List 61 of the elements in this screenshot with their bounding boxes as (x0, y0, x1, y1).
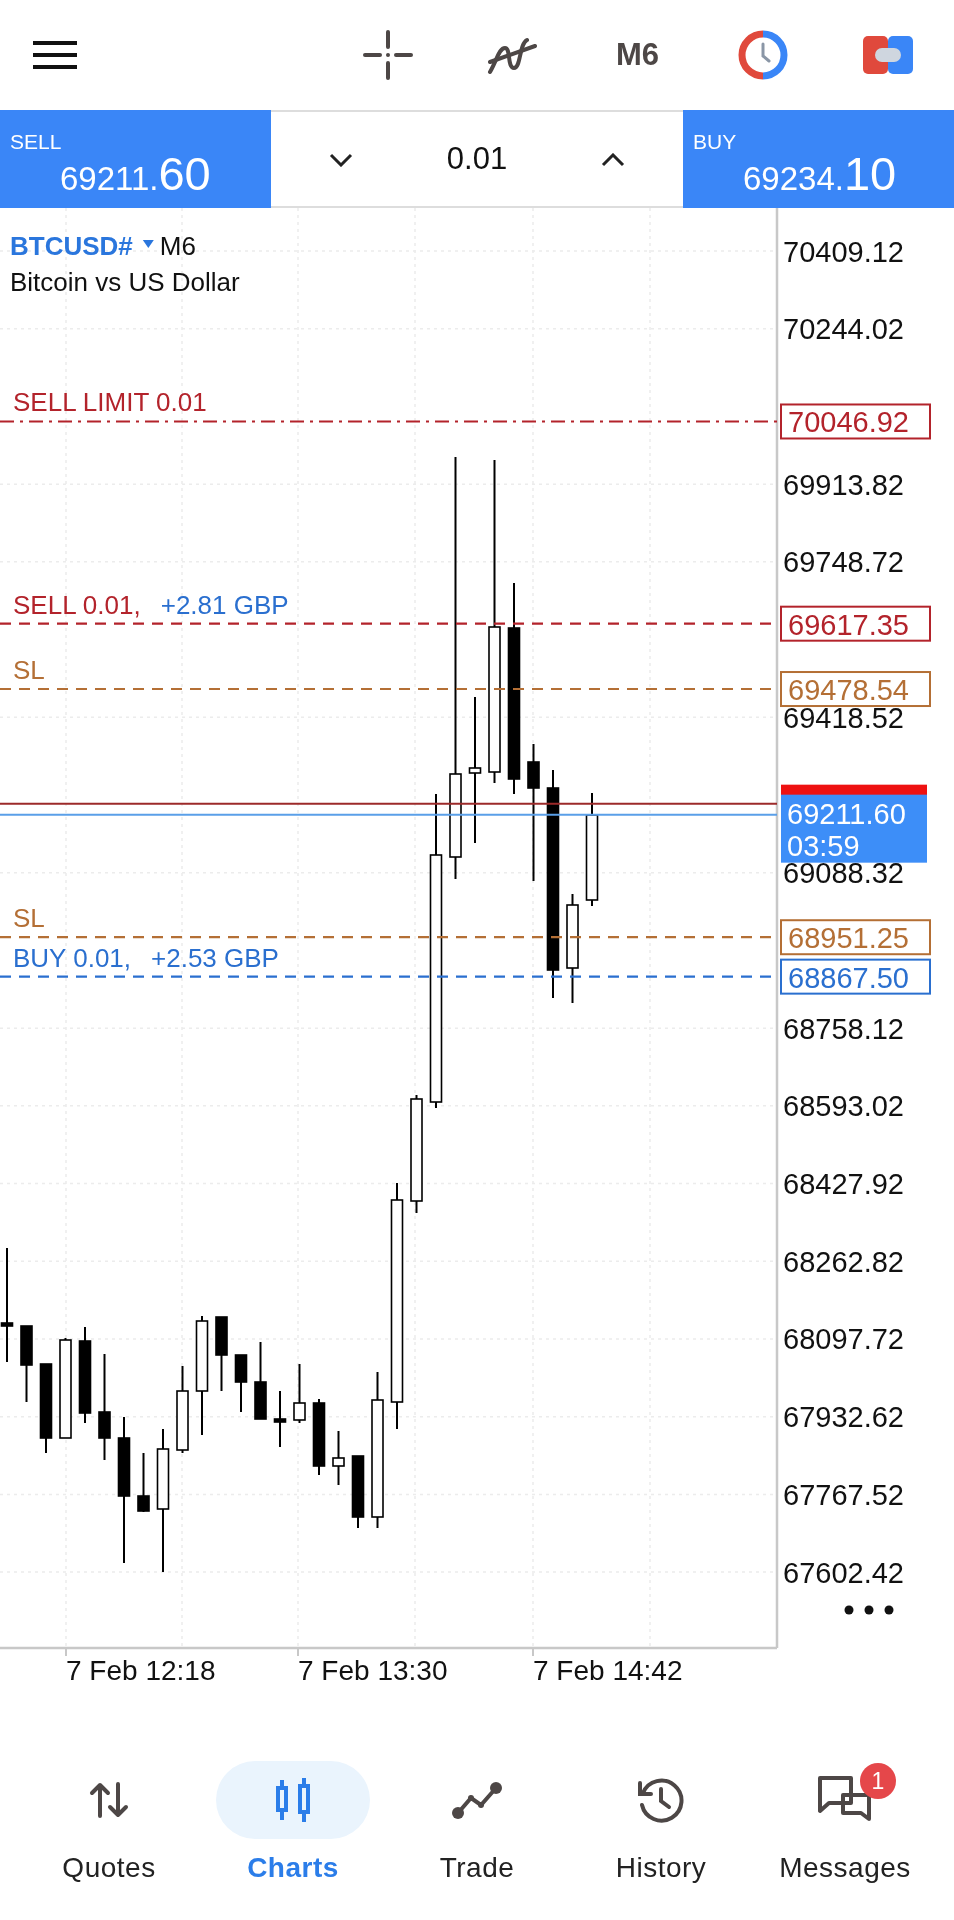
order-side-label: SELL (10, 131, 63, 152)
nav-tab[interactable]: 1 Messages (753, 1700, 937, 1920)
nav-tab[interactable]: History (569, 1700, 753, 1920)
chevron-down-icon (329, 152, 353, 167)
more-icon[interactable] (844, 1605, 894, 1615)
order-side-label: BUY (693, 131, 738, 152)
price-tag: 68951.25 (780, 919, 931, 956)
candlestick (273, 1390, 287, 1448)
sell-button[interactable]: SELL 69211.60 (0, 110, 271, 208)
price-label: 67767.52 (783, 1478, 904, 1511)
order-label: SELL 0.01, (13, 589, 141, 620)
up-down-arrows-icon (89, 1781, 129, 1818)
timeframe-label: M6 (159, 231, 196, 261)
menu-icon (33, 41, 77, 69)
volume-value: 0.01 (445, 139, 509, 178)
chevron-up-icon (601, 152, 625, 167)
order-label: SL (13, 903, 45, 934)
profit-text: +2.53 GBP (151, 942, 279, 973)
price-tag: 68867.50 (780, 958, 931, 995)
line-graph-icon (451, 1779, 503, 1820)
price-label: 68427.92 (783, 1168, 904, 1201)
profit-text: +2.81 GBP (160, 589, 289, 620)
price-label: 69913.82 (783, 468, 904, 501)
order-label: BUY 0.01, (13, 942, 132, 973)
price-tag: 69478.54 (780, 671, 931, 707)
price-label: 67932.62 (783, 1401, 904, 1434)
nav-tab[interactable]: Trade (385, 1700, 569, 1920)
dropdown-icon[interactable] (142, 240, 154, 248)
price-label: 68593.02 (783, 1090, 904, 1123)
candlestick (293, 1363, 306, 1424)
price-label: 68262.82 (783, 1245, 904, 1278)
order-label: SL (13, 655, 45, 685)
clock-icon (737, 30, 788, 80)
candlestick (234, 1354, 248, 1413)
nav-tab[interactable]: Quotes (17, 1700, 201, 1920)
crosshair-icon (362, 30, 413, 80)
notification-badge: 1 (860, 1762, 896, 1799)
candles-icon (275, 1777, 311, 1822)
price-tag: 69617.35 (780, 605, 931, 642)
timeframe-button[interactable]: M6 (575, 0, 700, 110)
time-label: 7 Feb 13:30 (298, 1655, 448, 1686)
time-label: 7 Feb 14:42 (533, 1655, 683, 1686)
price-label: 68097.72 (783, 1323, 904, 1356)
price-text: 69234.10 (742, 150, 898, 197)
bid-price-text: 69211.60 (787, 797, 906, 830)
price-label: 70409.12 (783, 235, 904, 268)
symbol-description: Bitcoin vs US Dollar (10, 267, 240, 297)
toggle-icon (862, 36, 913, 74)
price-label: 70244.02 (783, 313, 904, 346)
buy-button[interactable]: BUY 69234.10 (683, 110, 954, 208)
candlestick (137, 1452, 150, 1513)
price-label: 67602.42 (783, 1556, 904, 1589)
price-label: 69748.72 (783, 546, 904, 579)
candlestick (332, 1430, 345, 1486)
symbol-link[interactable]: BTCUSD# (10, 231, 133, 261)
time-label: 7 Feb 12:18 (66, 1655, 216, 1686)
order-label: SELL LIMIT 0.01 (13, 387, 207, 418)
nav-tab[interactable]: Charts (201, 1700, 385, 1920)
price-text: 69211.60 (60, 150, 212, 197)
price-tag: 70046.92 (780, 403, 931, 440)
price-label: 68758.12 (783, 1012, 904, 1045)
